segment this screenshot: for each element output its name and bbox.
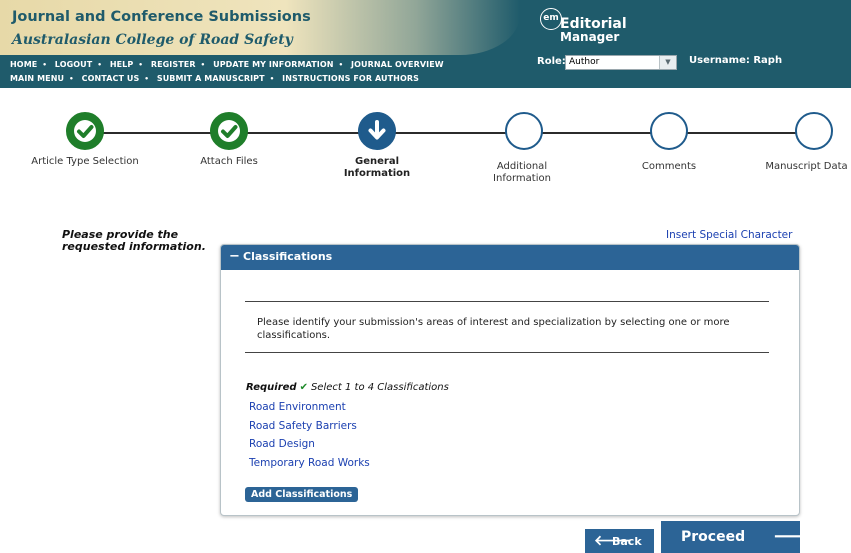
role-selected-value: Author [569, 57, 600, 67]
nav-separator: • [138, 61, 143, 69]
step-general-info-circle[interactable] [358, 112, 396, 150]
nav-separator: • [269, 75, 275, 83]
nav-separator: • [42, 61, 47, 69]
check-icon [218, 120, 240, 142]
proceed-button[interactable]: Proceed 🡒 [661, 521, 821, 553]
step-article-type-label: Article Type Selection [31, 156, 139, 167]
step-article-type-circle[interactable] [66, 112, 104, 150]
chevron-down-icon: ▼ [659, 56, 676, 69]
role-label: Role: [537, 56, 566, 67]
nav-register-link[interactable]: REGISTER [151, 60, 196, 69]
arrow-down-icon [368, 120, 386, 140]
classification-link-road-design[interactable]: Road Design [249, 438, 315, 450]
insert-special-character-link[interactable]: Insert Special Character [666, 229, 792, 241]
check-icon [74, 120, 96, 142]
nav-logout-link[interactable]: LOGOUT [55, 60, 93, 69]
nav-separator: • [200, 61, 206, 69]
nav-row-primary: HOME • LOGOUT • HELP • REGISTER • UPDATE MY … [10, 60, 444, 69]
nav-submit-manuscript-link[interactable]: SUBMIT A MANUSCRIPT [157, 74, 265, 83]
nav-main-menu-link[interactable]: MAIN MENU [10, 74, 64, 83]
nav-instructions-link[interactable]: INSTRUCTIONS FOR AUTHORS [282, 74, 419, 83]
proceed-button-label: Proceed [681, 529, 746, 545]
collapse-toggle-icon[interactable]: − [229, 249, 240, 264]
nav-help-link[interactable]: HELP [110, 60, 134, 69]
nav-separator: • [97, 61, 102, 69]
classification-link-temporary-road-works[interactable]: Temporary Road Works [249, 457, 370, 469]
nav-separator: • [144, 75, 149, 83]
arrow-right-icon: 🡒 [773, 526, 822, 547]
role-select[interactable]: Author ▼ [565, 55, 677, 70]
step-attach-files-label: Attach Files [200, 156, 258, 167]
step-additional-info-label: Additional Information [493, 161, 551, 184]
nav-home-link[interactable]: HOME [10, 60, 37, 69]
step-additional-info-circle [505, 112, 543, 150]
em-badge-icon: em [540, 8, 562, 30]
step-manuscript-data-circle [795, 112, 833, 150]
required-rule-text: Select 1 to 4 Classifications [310, 382, 449, 393]
check-icon: ✔ [299, 382, 308, 393]
progress-connector-line [78, 132, 813, 134]
submission-progress-steps: Article Type Selection Attach Files Gene… [0, 95, 851, 195]
step-attach-files-circle[interactable] [210, 112, 248, 150]
logo-line-manager: Manager [560, 30, 620, 44]
step-manuscript-data-label: Manuscript Data [765, 161, 848, 172]
required-indicator: Required ✔ Select 1 to 4 Classifications [246, 382, 449, 393]
username-label: Username: Raph [689, 55, 783, 66]
nav-separator: • [69, 75, 74, 83]
nav-journal-overview-link[interactable]: JOURNAL OVERVIEW [351, 60, 444, 69]
classifications-panel-header[interactable]: − Classifications [221, 245, 799, 270]
header-banner: Journal and Conference Submissions Austr… [0, 0, 851, 88]
required-word: Required [246, 382, 297, 393]
step-general-info-label: General Information [343, 156, 411, 179]
classification-link-road-safety-barriers[interactable]: Road Safety Barriers [249, 420, 357, 432]
divider [245, 301, 769, 302]
nav-separator: • [338, 61, 344, 69]
form-prompt: Please provide the requested information… [62, 228, 206, 253]
add-classifications-button[interactable]: Add Classifications [245, 487, 359, 502]
classification-instructions: Please identify your submission's areas … [257, 317, 730, 341]
back-button-label: Back [612, 535, 642, 548]
nav-row-secondary: MAIN MENU • CONTACT US • SUBMIT A MANUSCRI… [10, 74, 419, 83]
classifications-panel: − Classifications Please identify your s… [220, 244, 800, 516]
step-comments-label: Comments [641, 161, 697, 172]
site-subtitle: Australasian College of Road Safety [12, 32, 293, 48]
back-button[interactable]: 🡐 Back [585, 529, 654, 553]
step-comments-circle [650, 112, 688, 150]
site-title: Journal and Conference Submissions [12, 9, 311, 25]
nav-update-info-link[interactable]: UPDATE MY INFORMATION [213, 60, 333, 69]
classification-link-road-environment[interactable]: Road Environment [249, 401, 346, 413]
classifications-panel-title: Classifications [243, 250, 333, 263]
divider [245, 352, 769, 353]
nav-contact-link[interactable]: CONTACT US [82, 74, 140, 83]
